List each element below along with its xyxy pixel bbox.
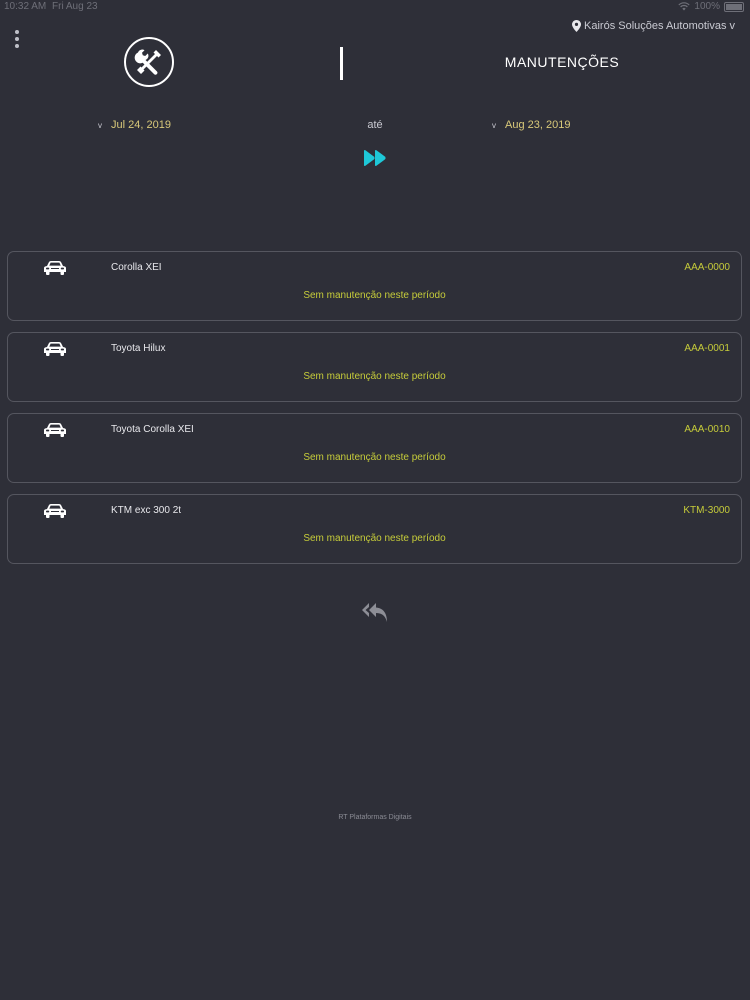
location-name: Kairós Soluções Automotivas [584, 20, 727, 32]
end-date-picker[interactable]: v Aug 23, 2019 [492, 119, 570, 131]
wifi-icon [678, 2, 691, 11]
vehicle-name: Toyota Hilux [111, 343, 166, 354]
tools-glyph [134, 49, 161, 75]
status-indicators: 100% [678, 1, 744, 12]
wrench-screwdriver-icon [124, 37, 174, 87]
back-button[interactable] [361, 600, 389, 624]
status-date: Fri Aug 23 [52, 1, 98, 12]
car-icon [43, 341, 67, 357]
maintenance-status: Sem manutenção neste período [303, 452, 446, 463]
vehicle-plate: AAA-0010 [684, 424, 730, 435]
car-icon [43, 422, 67, 438]
status-bar: 10:32 AM Fri Aug 23 100% [0, 0, 750, 14]
vehicle-name: Toyota Corolla XEI [111, 424, 194, 435]
map-pin-icon [572, 20, 582, 32]
car-icon [43, 260, 67, 276]
header-divider [340, 47, 343, 80]
vehicle-plate: KTM-3000 [683, 505, 730, 516]
vehicle-plate: AAA-0000 [684, 262, 730, 273]
battery-icon [724, 1, 744, 12]
status-time: 10:32 AM [4, 1, 47, 12]
maintenance-status: Sem manutenção neste período [303, 533, 446, 544]
vehicle-card[interactable]: Toyota Corolla XEI AAA-0010 Sem manutenção… [7, 413, 742, 483]
chevron-down-icon: v [492, 120, 496, 130]
chevron-down-icon: v [98, 120, 102, 130]
dot [15, 30, 19, 34]
end-date-value: Aug 23, 2019 [505, 119, 571, 131]
more-menu-button[interactable] [13, 30, 21, 48]
battery-percent: 100% [694, 1, 720, 12]
maintenance-status: Sem manutenção neste período [303, 371, 446, 382]
start-date-picker[interactable]: v Jul 24, 2019 [98, 119, 171, 131]
date-range-separator: até [367, 119, 383, 131]
vehicle-name: KTM exc 300 2t [111, 505, 182, 516]
vehicle-card[interactable]: Toyota Hilux AAA-0001 Sem manutenção neste… [7, 332, 742, 402]
dot [15, 37, 19, 41]
vehicle-name: Corolla XEI [111, 262, 162, 273]
maintenance-status: Sem manutenção neste período [303, 290, 446, 301]
fast-forward-icon [364, 150, 386, 166]
car-icon [43, 503, 67, 519]
chevron-down-icon: v [729, 20, 736, 32]
apply-filter-button[interactable] [362, 148, 388, 168]
dot [15, 44, 19, 48]
vehicle-card[interactable]: Corolla XEI AAA-0000 Sem manutenção neste … [7, 251, 742, 321]
vehicle-plate: AAA-0001 [684, 343, 730, 354]
vehicle-card[interactable]: KTM exc 300 2t KTM-3000 Sem manutenção nes… [7, 494, 742, 564]
reply-all-icon [362, 603, 387, 622]
page-title: MANUTENÇÕES [504, 54, 620, 70]
start-date-value: Jul 24, 2019 [111, 119, 171, 131]
footer-credit: RT Plataformas Digitais [338, 814, 412, 821]
location-selector[interactable]: Kairós Soluções Automotivas v [572, 20, 735, 32]
